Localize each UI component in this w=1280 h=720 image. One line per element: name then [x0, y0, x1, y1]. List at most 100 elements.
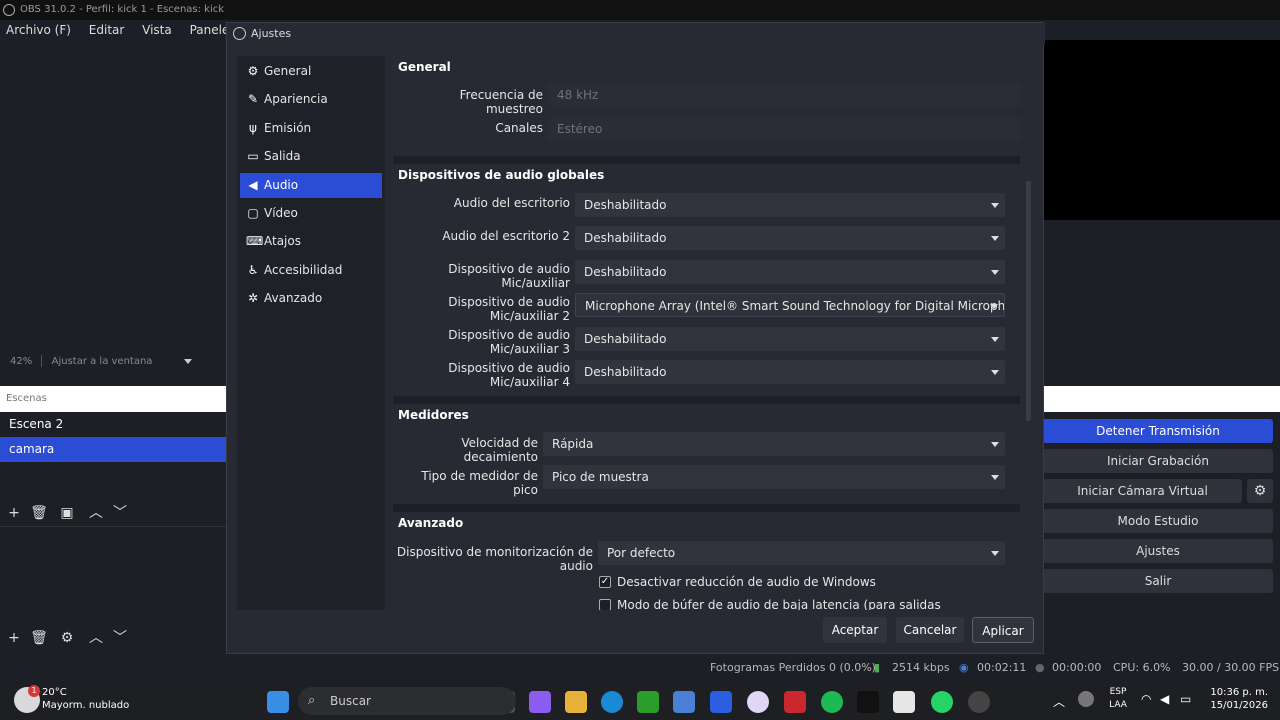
tray-app-icon[interactable] [1078, 691, 1094, 707]
section-title: Dispositivos de audio globales [398, 168, 605, 182]
file-explorer-icon[interactable] [565, 691, 587, 713]
move-up-icon[interactable]: ︿ [85, 504, 107, 522]
content-scrollbar[interactable] [1026, 181, 1031, 421]
mic-aux-select[interactable]: Deshabilitado [575, 260, 1005, 284]
select-value: Deshabilitado [584, 198, 667, 212]
channels-field[interactable]: Estéreo [548, 117, 1020, 141]
zoom-mode[interactable]: Ajustar a la ventana [52, 356, 153, 367]
tray-chevron-icon[interactable]: ︿ [1053, 693, 1065, 710]
menu-view[interactable]: Vista [136, 20, 172, 40]
chrome-icon[interactable] [747, 691, 769, 713]
ducking-checkbox[interactable]: ✓ [599, 576, 611, 588]
cancel-button[interactable]: Cancelar [896, 617, 964, 643]
settings-button[interactable]: Ajustes [1043, 539, 1273, 563]
source-settings-icon[interactable]: ⚙ [56, 629, 78, 647]
dock-divider [0, 526, 226, 527]
mic-aux-4-select[interactable]: Deshabilitado [575, 360, 1005, 384]
ducking-label: Desactivar reducción de audio de Windows [617, 575, 876, 589]
wifi-icon[interactable]: ◠ [1141, 692, 1151, 706]
scenes-dock: Escenas Escena 2 camara + 🗑 ▣ ︿ ﹀ + 🗑 ⚙ … [0, 386, 226, 676]
lang-code: ESP [1109, 687, 1127, 697]
desktop-audio-select[interactable]: Deshabilitado [575, 193, 1005, 217]
whatsapp-icon[interactable] [931, 691, 953, 713]
taskbar-clock[interactable]: 10:36 p. m. 15/01/2026 [1198, 686, 1268, 712]
settings-sidebar: ⚙ General ✎ Apariencia ψ Emisión ▭ Salida ◀ A… [237, 56, 385, 610]
section-title: General [398, 60, 451, 74]
dropped-frames: Fotogramas Perdidos 0 (0.0%) [710, 661, 876, 674]
channels-label: Canales [495, 121, 543, 135]
move-down-icon[interactable]: ﹀ [109, 504, 131, 522]
spotify-icon[interactable] [821, 691, 843, 713]
obs-taskbar-icon[interactable] [968, 691, 990, 713]
start-virtual-cam-button[interactable]: Iniciar Cámara Virtual [1043, 479, 1242, 503]
studio-mode-button[interactable]: Modo Estudio [1043, 509, 1273, 533]
zoom-dropdown-icon[interactable] [183, 358, 192, 364]
nav-advanced[interactable]: ✲ Avanzado [240, 286, 382, 311]
source-down-icon[interactable]: ﹀ [109, 629, 131, 647]
edge-icon[interactable] [601, 691, 623, 713]
add-scene-icon[interactable]: + [3, 504, 25, 522]
language-indicator[interactable]: ESP LAA [1107, 686, 1129, 712]
nav-general[interactable]: ⚙ General [240, 59, 382, 84]
select-value: Microphone Array (Intel® Smart Sound Tec… [585, 299, 1005, 313]
decay-label: Velocidad de decaimiento [461, 436, 538, 464]
scene-item-selected[interactable]: camara [0, 437, 226, 462]
store-icon[interactable] [673, 691, 695, 713]
mic-aux-3-select[interactable]: Deshabilitado [575, 327, 1005, 351]
nav-hotkeys[interactable]: ⌨ Atajos [240, 229, 382, 254]
weather-widget[interactable]: 20°C Mayorm. nublado [42, 686, 129, 712]
weather-desc: Mayorm. nublado [42, 700, 130, 711]
dialog-title: Ajustes [251, 27, 292, 40]
chevron-down-icon [991, 203, 999, 208]
select-value: Rápida [552, 437, 594, 451]
filter-scene-icon[interactable]: ▣ [56, 504, 78, 522]
nav-accessibility[interactable]: ♿ Accesibilidad [240, 258, 382, 283]
nav-output[interactable]: ▭ Salida [240, 144, 382, 169]
copilot-icon[interactable] [529, 691, 551, 713]
ok-button[interactable]: Aceptar [823, 617, 887, 643]
desktop-audio-2-select[interactable]: Deshabilitado [575, 226, 1005, 250]
source-up-icon[interactable]: ︿ [85, 629, 107, 647]
zoom-percent: 42% [10, 356, 33, 367]
advanced-icon: ✲ [247, 291, 259, 305]
appearance-icon: ✎ [247, 92, 259, 106]
app-icon[interactable] [784, 691, 806, 713]
battery-icon[interactable]: ▭ [1180, 692, 1191, 706]
decay-select[interactable]: Rápida [543, 432, 1005, 456]
start-recording-button[interactable]: Iniciar Grabación [1043, 449, 1273, 473]
menu-file[interactable]: Archivo (F) [0, 20, 71, 40]
exit-button[interactable]: Salir [1043, 569, 1273, 593]
nav-stream[interactable]: ψ Emisión [240, 116, 382, 141]
app-icon[interactable] [710, 691, 732, 713]
nav-audio[interactable]: ◀ Audio [240, 173, 382, 198]
delete-scene-icon[interactable]: 🗑 [28, 504, 50, 522]
mic-aux-2-select[interactable]: Microphone Array (Intel® Smart Sound Tec… [575, 293, 1005, 317]
app-icon[interactable] [893, 691, 915, 713]
nav-label: Salida [264, 149, 301, 163]
peak-select[interactable]: Pico de muestra [543, 465, 1005, 489]
xbox-icon[interactable] [637, 691, 659, 713]
menu-edit[interactable]: Editar [83, 20, 125, 40]
tiktok-icon[interactable] [857, 691, 879, 713]
taskbar-search[interactable]: ⌕ Buscar [298, 687, 516, 715]
keyboard-icon: ⌨ [246, 234, 264, 248]
stop-stream-button[interactable]: Detener Transmisión [1043, 419, 1273, 443]
scene-item[interactable]: Escena 2 [0, 412, 226, 437]
preview-zoom-bar: 42% Ajustar a la ventana [0, 352, 230, 372]
delete-source-icon[interactable]: 🗑 [28, 629, 50, 647]
low-latency-checkbox[interactable] [599, 599, 611, 610]
status-bar: Fotogramas Perdidos 0 (0.0%) ▮ 2514 kbps… [0, 656, 1280, 680]
volume-icon[interactable]: ◀ [1160, 692, 1169, 706]
nav-video[interactable]: ▢ Vídeo [240, 201, 382, 226]
windows-start-icon[interactable] [267, 691, 289, 713]
sample-rate-field[interactable]: 48 kHz [548, 83, 1020, 107]
virtual-cam-settings-icon[interactable]: ⚙ [1247, 479, 1273, 503]
apply-button[interactable]: Aplicar [972, 617, 1034, 643]
clock-date: 15/01/2026 [1210, 700, 1268, 711]
weather-temp: 20°C [42, 687, 67, 698]
obs-title-bar: OBS 31.0.2 - Perfil: kick 1 - Escenas: k… [0, 0, 1280, 20]
add-source-icon[interactable]: + [3, 629, 25, 647]
nav-appearance[interactable]: ✎ Apariencia [240, 87, 382, 112]
controls-header [1043, 386, 1280, 412]
monitor-select[interactable]: Por defecto [598, 541, 1005, 565]
